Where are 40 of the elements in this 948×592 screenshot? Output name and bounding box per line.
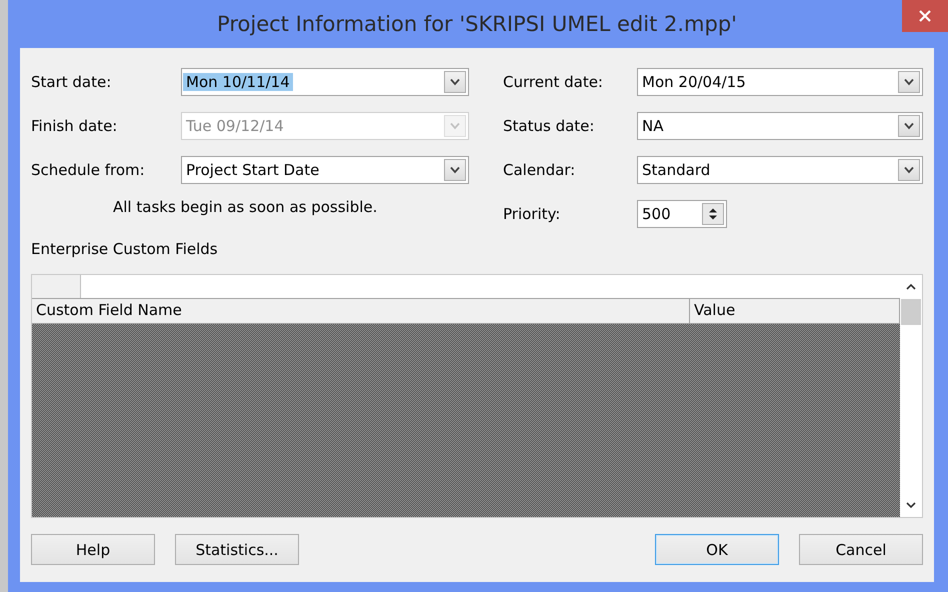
date-dropdown[interactable]: NA: [637, 112, 923, 140]
field-label: Priority:: [503, 205, 562, 223]
column-header[interactable]: Value: [690, 299, 900, 323]
close-button[interactable]: [902, 0, 948, 32]
number-spinner[interactable]: 500: [637, 200, 727, 228]
hint-text: All tasks begin as soon as possible.: [112, 197, 378, 218]
field-label: Status date:: [503, 117, 596, 135]
caret-icon: [903, 166, 915, 174]
field-label: Current date:: [503, 73, 604, 91]
scroll-down-icon[interactable]: [905, 501, 917, 509]
caret-icon: [903, 122, 915, 130]
dialog-button[interactable]: Statistics...: [175, 534, 299, 565]
date-dropdown[interactable]: Mon 20/04/15: [637, 68, 923, 96]
caret-icon: [449, 122, 461, 130]
section-label: Enterprise Custom Fields: [31, 240, 219, 260]
field-label: Schedule from:: [31, 161, 146, 179]
up-down-arrows-icon: [707, 206, 719, 222]
field-label: Finish date:: [31, 117, 118, 135]
date-dropdown[interactable]: Mon 10/11/14: [181, 68, 469, 96]
dropdown-button[interactable]: [898, 71, 920, 93]
close-icon: [919, 10, 931, 22]
field-label: Calendar:: [503, 161, 576, 179]
dropdown-button[interactable]: [898, 159, 920, 181]
spin-buttons[interactable]: [702, 203, 724, 225]
field-label: Start date:: [31, 73, 112, 91]
dropdown-button[interactable]: [444, 71, 466, 93]
dialog-button[interactable]: Cancel: [799, 534, 923, 565]
column-header[interactable]: Custom Field Name: [32, 299, 690, 323]
dropdown-button[interactable]: [898, 115, 920, 137]
window-title: Project Information for 'SKRIPSI UMEL edit 2.mpp': [217, 12, 737, 36]
caret-icon: [903, 78, 915, 86]
dropdown-button[interactable]: [444, 159, 466, 181]
scroll-thumb[interactable]: [901, 299, 921, 325]
caret-icon: [449, 166, 461, 174]
scroll-up-icon[interactable]: [905, 283, 917, 291]
dialog-button[interactable]: Help: [31, 534, 155, 565]
date-dropdown[interactable]: Standard: [637, 156, 923, 184]
dialog-button[interactable]: OK: [655, 534, 779, 565]
date-dropdown[interactable]: Project Start Date: [181, 156, 469, 184]
caret-icon: [449, 78, 461, 86]
